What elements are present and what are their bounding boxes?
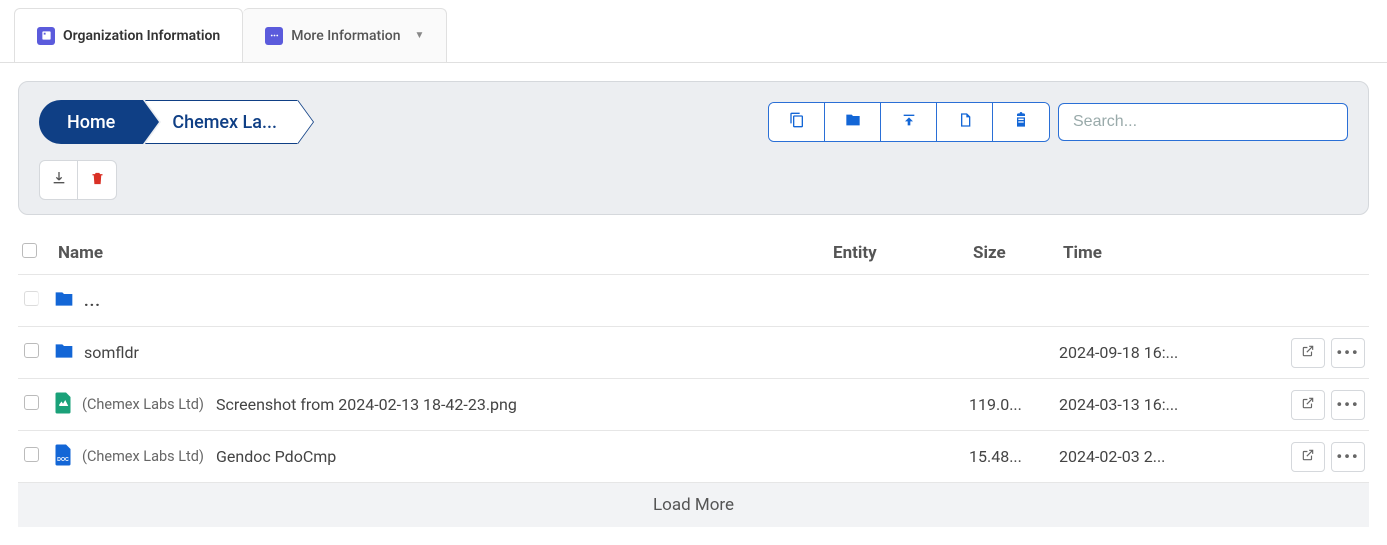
column-header-time[interactable]: Time	[1059, 243, 1259, 263]
row-checkbox[interactable]	[24, 395, 39, 410]
breadcrumb: Home Chemex La...	[39, 100, 298, 144]
share-button[interactable]	[1291, 390, 1325, 420]
folder-icon	[54, 289, 74, 313]
table-row[interactable]: (Chemex Labs Ltd) Screenshot from 2024-0…	[18, 379, 1369, 431]
row-more-button[interactable]: •••	[1331, 338, 1365, 368]
row-checkbox[interactable]	[24, 291, 39, 306]
clipboard-icon	[1013, 112, 1029, 132]
delete-button[interactable]	[78, 161, 116, 199]
folder-icon	[54, 341, 74, 365]
load-more-button[interactable]: Load More	[18, 483, 1369, 527]
selection-tool-group	[39, 160, 117, 200]
breadcrumb-current-label: Chemex La...	[172, 112, 277, 133]
row-time: 2024-09-18 16:...	[1059, 343, 1259, 362]
file-browser-toolbar-panel: Home Chemex La...	[18, 81, 1369, 215]
search-input[interactable]	[1058, 103, 1348, 141]
breadcrumb-current[interactable]: Chemex La...	[145, 100, 298, 144]
document-button[interactable]	[937, 103, 993, 141]
more-icon: •••	[1336, 447, 1359, 466]
trash-icon	[90, 171, 105, 190]
download-button[interactable]	[40, 161, 78, 199]
folder-button[interactable]	[825, 103, 881, 141]
tab-bar: Organization Information More Informatio…	[0, 0, 1387, 63]
table-row[interactable]: DOC (Chemex Labs Ltd) Gendoc PdoCmp 15.4…	[18, 431, 1369, 483]
column-header-entity[interactable]: Entity	[829, 243, 969, 263]
share-button[interactable]	[1291, 338, 1325, 368]
row-entity-prefix: (Chemex Labs Ltd)	[82, 396, 204, 413]
org-info-icon	[37, 27, 55, 45]
row-entity-prefix: (Chemex Labs Ltd)	[82, 448, 204, 465]
content-area: Home Chemex La...	[0, 63, 1387, 545]
document-icon	[957, 112, 973, 132]
table-header-row: Name Entity Size Time	[18, 231, 1369, 275]
select-all-checkbox[interactable]	[22, 243, 37, 258]
breadcrumb-home-label: Home	[67, 112, 115, 133]
row-name: somfldr	[84, 343, 139, 362]
download-icon	[51, 170, 67, 190]
column-header-size[interactable]: Size	[969, 243, 1059, 263]
row-time: 2024-02-03 2...	[1059, 447, 1259, 466]
column-header-name[interactable]: Name	[54, 243, 829, 263]
share-icon	[1301, 395, 1315, 414]
upload-icon	[901, 112, 917, 132]
clipboard-button[interactable]	[993, 103, 1049, 141]
svg-text:DOC: DOC	[57, 457, 69, 463]
row-checkbox[interactable]	[24, 447, 39, 462]
table-row[interactable]: somfldr 2024-09-18 16:... •••	[18, 327, 1369, 379]
row-time: 2024-03-13 16:...	[1059, 395, 1259, 414]
share-icon	[1301, 343, 1315, 362]
tab-more-information[interactable]: More Information ▼	[243, 8, 447, 62]
row-checkbox[interactable]	[24, 343, 39, 358]
load-more-label: Load More	[653, 495, 734, 515]
parent-directory-row[interactable]: ...	[18, 275, 1369, 327]
row-size: 15.48...	[969, 447, 1059, 466]
image-file-icon	[54, 392, 72, 418]
row-more-button[interactable]: •••	[1331, 442, 1365, 472]
copy-button[interactable]	[769, 103, 825, 141]
share-icon	[1301, 447, 1315, 466]
row-size: 119.0...	[969, 395, 1059, 414]
more-icon: •••	[1336, 395, 1359, 414]
more-info-icon	[265, 27, 283, 45]
caret-down-icon: ▼	[415, 30, 425, 41]
upload-button[interactable]	[881, 103, 937, 141]
copy-icon	[789, 112, 805, 132]
tab-label: Organization Information	[63, 28, 220, 44]
parent-dir-label: ...	[84, 291, 101, 310]
more-icon: •••	[1336, 343, 1359, 362]
breadcrumb-home[interactable]: Home	[39, 100, 143, 144]
file-toolbar	[768, 102, 1348, 142]
share-button[interactable]	[1291, 442, 1325, 472]
file-table: Name Entity Size Time ... somfldr	[18, 231, 1369, 527]
doc-file-icon: DOC	[54, 444, 72, 470]
row-more-button[interactable]: •••	[1331, 390, 1365, 420]
row-name: Screenshot from 2024-02-13 18-42-23.png	[216, 395, 517, 414]
row-name: Gendoc PdoCmp	[216, 447, 336, 466]
tab-organization-information[interactable]: Organization Information	[14, 8, 243, 62]
folder-icon	[845, 112, 861, 132]
tab-label: More Information	[291, 28, 400, 44]
toolbar-icon-group	[768, 102, 1050, 142]
